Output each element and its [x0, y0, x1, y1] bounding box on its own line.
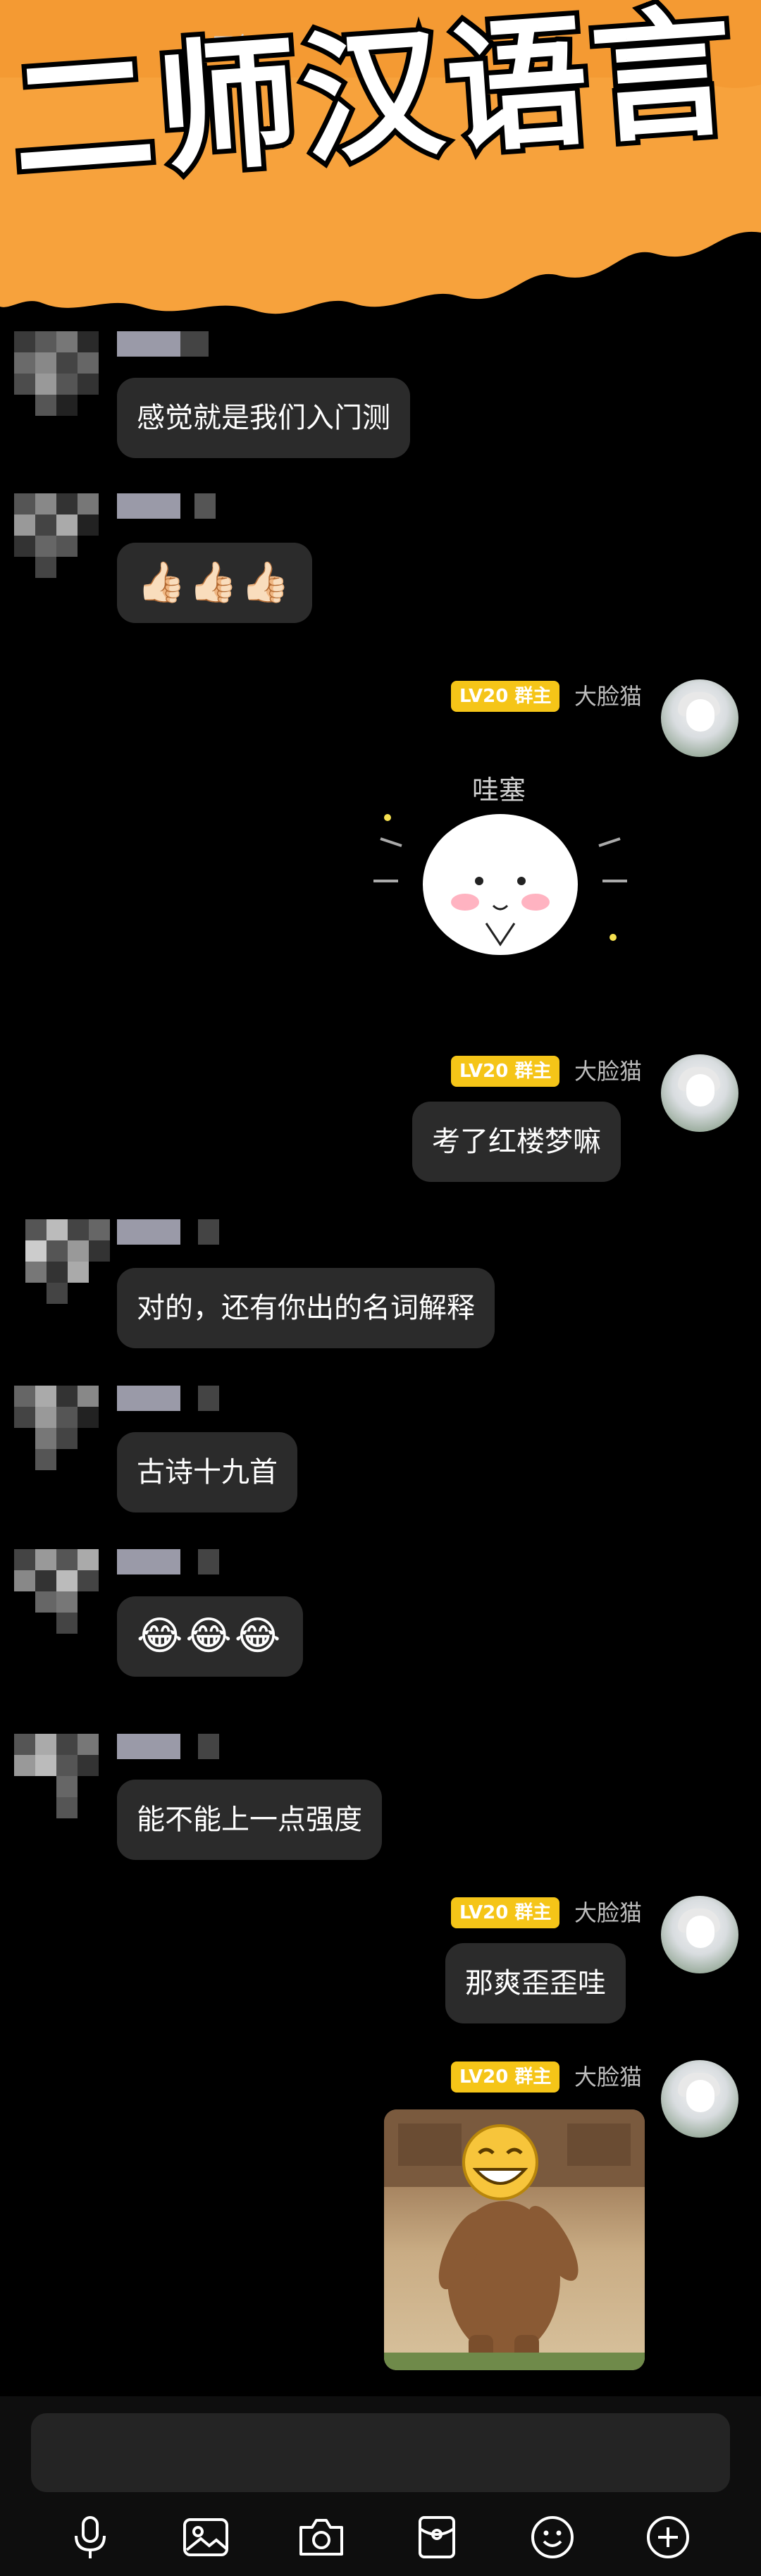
- image-icon[interactable]: [178, 2509, 234, 2565]
- self-avatar[interactable]: [661, 679, 738, 757]
- avatar[interactable]: [14, 1734, 99, 1818]
- sticker-caption: 哇塞: [472, 775, 526, 806]
- banner: 五年 二师汉语言: [0, 0, 761, 331]
- message-bubble[interactable]: 古诗十九首: [117, 1432, 297, 1512]
- input-area: [0, 2396, 761, 2576]
- avatar[interactable]: [14, 331, 99, 416]
- message-bubble[interactable]: 😂😂😂: [117, 1596, 304, 1677]
- level-badge: LV20 群主: [451, 681, 560, 712]
- message-bubble[interactable]: 考了红楼梦嘛: [412, 1102, 621, 1182]
- plus-icon[interactable]: [640, 2509, 696, 2565]
- avatar[interactable]: [14, 493, 99, 578]
- message-bubble[interactable]: 感觉就是我们入门测: [117, 378, 410, 458]
- sender-name: 大脸猫: [574, 2064, 643, 2090]
- self-avatar[interactable]: [661, 1896, 738, 1973]
- sender-name: 大脸猫: [574, 1899, 643, 1926]
- sticker[interactable]: 哇塞: [366, 761, 634, 973]
- avatar[interactable]: [14, 1386, 99, 1470]
- image-message[interactable]: [384, 2109, 645, 2370]
- message-input[interactable]: [31, 2413, 730, 2492]
- level-badge: LV20 群主: [451, 1056, 560, 1087]
- avatar[interactable]: [14, 1549, 99, 1634]
- emoji-icon[interactable]: [524, 2509, 581, 2565]
- microphone-icon[interactable]: [62, 2509, 118, 2565]
- message-bubble[interactable]: 对的，还有你出的名词解释: [117, 1268, 495, 1348]
- red-packet-icon[interactable]: [409, 2509, 465, 2565]
- level-badge: LV20 群主: [451, 2062, 560, 2093]
- message-bubble[interactable]: 那爽歪歪哇: [445, 1943, 626, 2023]
- message-bubble[interactable]: 👍🏻👍🏻👍🏻: [117, 543, 313, 623]
- level-badge: LV20 群主: [451, 1897, 560, 1928]
- avatar[interactable]: [25, 1219, 110, 1304]
- self-avatar[interactable]: [661, 1054, 738, 1132]
- message-bubble[interactable]: 能不能上一点强度: [117, 1780, 382, 1860]
- self-avatar[interactable]: [661, 2060, 738, 2138]
- sender-name: 大脸猫: [574, 1058, 643, 1085]
- sender-name: 大脸猫: [574, 683, 643, 710]
- camera-icon[interactable]: [293, 2509, 349, 2565]
